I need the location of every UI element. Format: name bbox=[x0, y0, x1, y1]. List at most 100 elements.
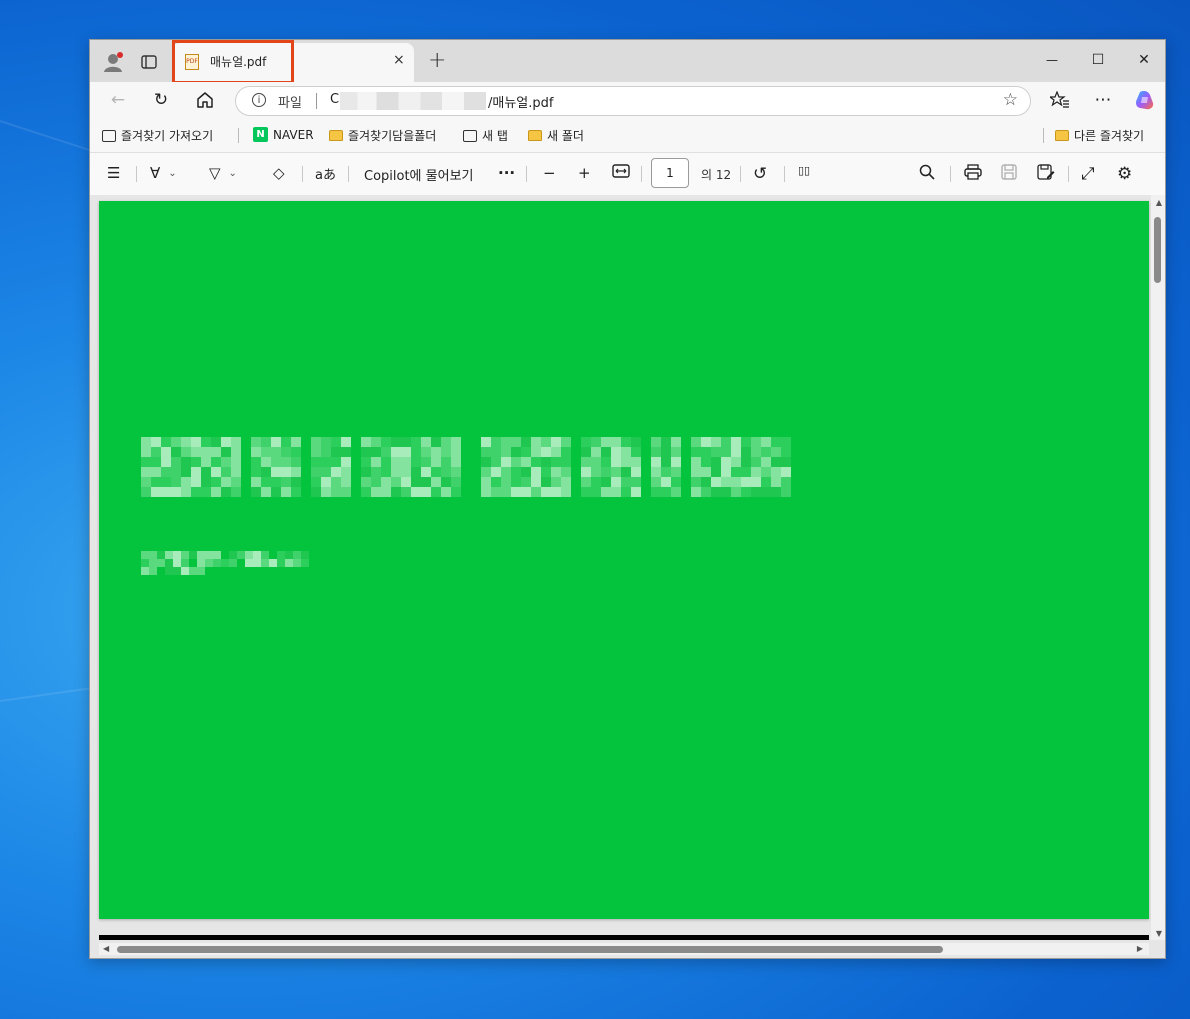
mosaic-cell bbox=[171, 437, 181, 447]
mosaic-cell bbox=[211, 457, 221, 467]
favorite-folder[interactable]: 즐겨찾기담을폴더 bbox=[329, 127, 436, 144]
rotate-button[interactable]: ↺ bbox=[753, 164, 767, 184]
mosaic-cell bbox=[341, 457, 351, 467]
fit-width-button[interactable] bbox=[612, 164, 630, 178]
page-view-button[interactable]: ▯▯ bbox=[798, 164, 810, 177]
save-as-button[interactable] bbox=[1037, 164, 1055, 180]
mosaic-cell bbox=[481, 477, 491, 487]
pdf-viewer[interactable]: ▲ ▼ ◀ ▶ bbox=[90, 195, 1165, 958]
print-button[interactable] bbox=[964, 164, 982, 180]
more-tools-button[interactable]: ··· bbox=[498, 164, 515, 182]
mosaic-cell bbox=[251, 437, 261, 447]
zoom-out-button[interactable]: − bbox=[543, 164, 556, 182]
mosaic-cell bbox=[157, 559, 165, 567]
minimize-button[interactable]: — bbox=[1034, 48, 1070, 72]
search-icon bbox=[919, 164, 935, 180]
mosaic-cell bbox=[781, 447, 791, 457]
draw-chevron-icon[interactable]: ⌄ bbox=[229, 168, 237, 179]
mosaic-cell bbox=[791, 437, 801, 447]
import-favorites-button[interactable]: 즐겨찾기 가져오기 bbox=[102, 127, 213, 144]
contents-button[interactable]: ☰ bbox=[107, 164, 120, 182]
mosaic-cell bbox=[771, 447, 781, 457]
scroll-left-arrow-icon[interactable]: ◀ bbox=[103, 944, 109, 953]
favorite-star-icon[interactable]: ☆ bbox=[1003, 90, 1018, 110]
mosaic-cell bbox=[293, 559, 301, 567]
refresh-button[interactable]: ↻ bbox=[149, 88, 173, 112]
favorites-button[interactable] bbox=[1048, 88, 1072, 112]
vertical-scrollbar[interactable]: ▲ ▼ bbox=[1151, 195, 1165, 940]
mosaic-cell bbox=[621, 447, 631, 457]
mosaic-cell bbox=[611, 447, 621, 457]
mosaic-cell bbox=[691, 437, 701, 447]
erase-button[interactable]: ◇ bbox=[273, 164, 285, 182]
favorite-naver[interactable]: N NAVER bbox=[253, 127, 314, 142]
home-button[interactable] bbox=[193, 88, 217, 112]
new-tab-button[interactable]: + bbox=[428, 48, 446, 73]
settings-more-button[interactable]: ⋯ bbox=[1091, 88, 1115, 112]
highlight-chevron-icon[interactable]: ⌄ bbox=[168, 168, 176, 179]
mosaic-cell bbox=[261, 559, 269, 567]
folder-icon bbox=[528, 130, 542, 141]
mosaic-cell bbox=[191, 477, 201, 487]
mosaic-cell bbox=[231, 447, 241, 457]
address-bar[interactable]: i 파일 C: /매뉴얼.pdf ☆ bbox=[235, 86, 1031, 116]
mosaic-cell bbox=[231, 487, 241, 497]
draw-button[interactable]: ▽ ⌄ bbox=[209, 164, 237, 182]
scroll-up-arrow-icon[interactable]: ▲ bbox=[1156, 198, 1162, 207]
mosaic-cell bbox=[231, 457, 241, 467]
mosaic-cell bbox=[621, 437, 631, 447]
mosaic-cell bbox=[471, 437, 481, 447]
mosaic-cell bbox=[581, 457, 591, 467]
mosaic-cell bbox=[611, 477, 621, 487]
mosaic-cell bbox=[431, 457, 441, 467]
pdf-settings-button[interactable]: ⚙ bbox=[1117, 164, 1132, 184]
favorite-new-tab[interactable]: 새 탭 bbox=[463, 127, 508, 144]
highlight-button[interactable]: ∀ ⌄ bbox=[150, 164, 177, 182]
other-favorites-button[interactable]: 다른 즐겨찾기 bbox=[1055, 127, 1144, 144]
mosaic-cell bbox=[211, 477, 221, 487]
mosaic-cell bbox=[621, 467, 631, 477]
mosaic-cell bbox=[451, 447, 461, 457]
mosaic-cell bbox=[431, 467, 441, 477]
mosaic-cell bbox=[221, 477, 231, 487]
mosaic-cell bbox=[281, 457, 291, 467]
naver-icon: N bbox=[253, 127, 268, 142]
mosaic-cell bbox=[269, 551, 277, 559]
save-button[interactable] bbox=[1001, 164, 1017, 180]
mosaic-cell bbox=[211, 467, 221, 477]
info-icon[interactable]: i bbox=[252, 93, 266, 107]
zoom-in-button[interactable]: + bbox=[578, 164, 591, 182]
horizontal-scrollbar[interactable]: ◀ ▶ bbox=[99, 943, 1149, 955]
close-window-button[interactable]: ✕ bbox=[1126, 48, 1162, 72]
copilot-button[interactable] bbox=[1133, 88, 1157, 112]
copilot-ask-button[interactable]: Copilot에 물어보기 bbox=[364, 165, 474, 184]
toolbar-divider bbox=[784, 166, 785, 182]
mosaic-cell bbox=[531, 457, 541, 467]
mosaic-cell bbox=[561, 477, 571, 487]
mosaic-cell bbox=[681, 477, 691, 487]
back-button[interactable]: ← bbox=[106, 88, 130, 112]
favorite-new-folder[interactable]: 새 폴더 bbox=[528, 127, 584, 144]
mosaic-cell bbox=[181, 477, 191, 487]
mosaic-cell bbox=[201, 467, 211, 477]
mosaic-cell bbox=[237, 551, 245, 559]
profile-button[interactable] bbox=[99, 49, 127, 75]
page-number-input[interactable]: 1 bbox=[651, 158, 689, 188]
mosaic-cell bbox=[691, 457, 701, 467]
mosaic-cell bbox=[191, 447, 201, 457]
fullscreen-button[interactable]: ⤢ bbox=[1081, 164, 1095, 184]
read-aloud-button[interactable]: aあ bbox=[315, 164, 336, 183]
horizontal-scroll-thumb[interactable] bbox=[117, 946, 943, 953]
maximize-button[interactable]: ☐ bbox=[1080, 48, 1116, 72]
scroll-down-arrow-icon[interactable]: ▼ bbox=[1156, 929, 1162, 938]
tab-close-button[interactable]: × bbox=[393, 52, 405, 68]
vertical-tabs-button[interactable] bbox=[135, 49, 163, 75]
mosaic-cell bbox=[141, 467, 151, 477]
vertical-scroll-thumb[interactable] bbox=[1154, 217, 1161, 283]
mosaic-cell bbox=[205, 551, 213, 559]
mosaic-cell bbox=[501, 447, 511, 457]
scroll-right-arrow-icon[interactable]: ▶ bbox=[1137, 944, 1143, 953]
search-button[interactable] bbox=[919, 164, 935, 180]
mosaic-cell bbox=[421, 447, 431, 457]
mosaic-cell bbox=[261, 457, 271, 467]
